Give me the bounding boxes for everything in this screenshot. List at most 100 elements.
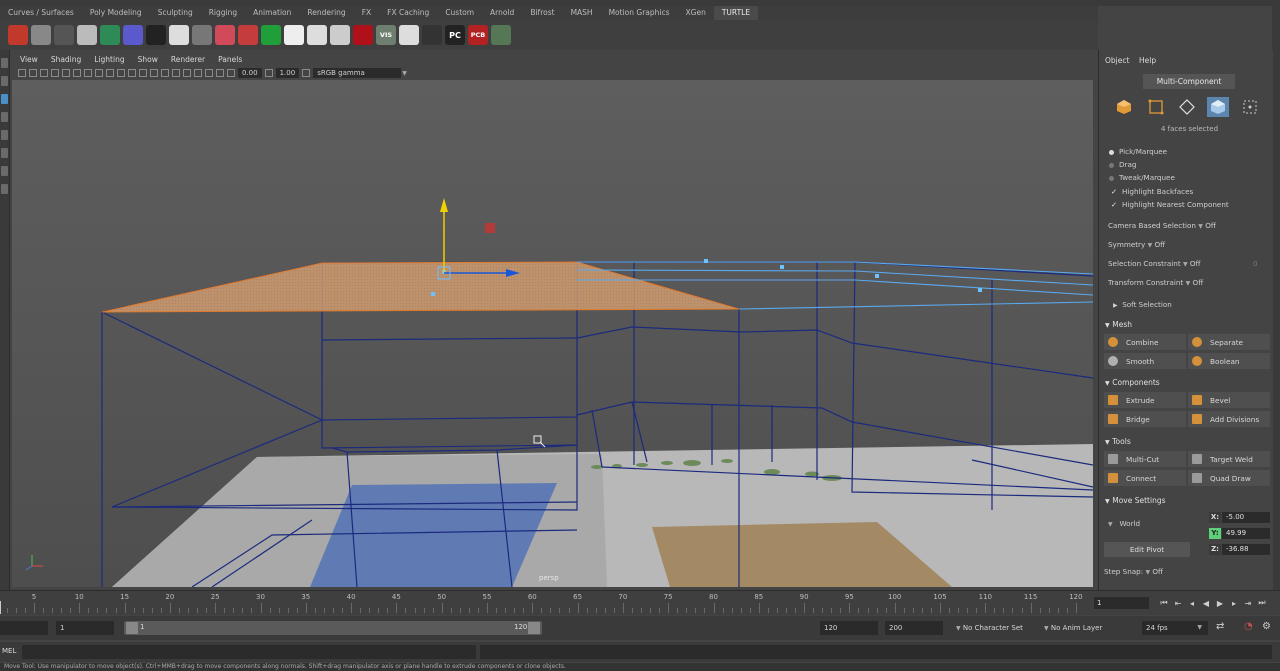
pick-marquee-radio[interactable]: Pick/Marquee <box>1109 147 1167 156</box>
scene-start-field[interactable] <box>0 621 48 635</box>
anim-layer-dropdown[interactable]: ▼ No Anim Layer <box>1040 621 1130 635</box>
viewport-menu-lighting[interactable]: Lighting <box>86 55 129 64</box>
shelf-tab-animation[interactable]: Animation <box>245 6 299 20</box>
render-red2-icon[interactable] <box>238 25 258 45</box>
shelf-tab-fx-caching[interactable]: FX Caching <box>379 6 437 20</box>
character-set-dropdown[interactable]: ▼ No Character Set <box>952 621 1036 635</box>
extrude-button[interactable]: Extrude <box>1104 392 1186 408</box>
current-time-marker[interactable] <box>0 601 1 614</box>
lips-icon[interactable] <box>330 25 350 45</box>
tools-section-header[interactable]: ▼ Tools <box>1105 437 1131 446</box>
move-tool-icon[interactable] <box>1 94 8 104</box>
mel-input[interactable] <box>22 645 476 659</box>
z-field[interactable]: -36.88 <box>1222 544 1270 555</box>
camera-select-icon[interactable] <box>18 69 26 77</box>
shelf-tab-bifrost[interactable]: Bifrost <box>522 6 562 20</box>
shelf-tab-mash[interactable]: MASH <box>563 6 601 20</box>
loop-icon[interactable]: ⇄ <box>1216 621 1224 632</box>
edge-mode-icon[interactable] <box>1176 97 1198 117</box>
x-field[interactable]: -5.00 <box>1222 512 1270 523</box>
current-frame-field[interactable]: 1 <box>1094 597 1149 609</box>
drag-radio[interactable]: Drag <box>1109 160 1136 169</box>
step-back-frame-icon[interactable]: ◂ <box>1185 599 1199 608</box>
target-weld-button[interactable]: Target Weld <box>1188 451 1270 467</box>
step-forward-key-icon[interactable]: ⇥ <box>1241 599 1255 608</box>
checker-icon[interactable] <box>123 25 143 45</box>
vertex-mode-icon[interactable] <box>1145 97 1167 117</box>
particles-icon[interactable] <box>146 25 166 45</box>
selection-constraint-dropdown[interactable]: Selection Constraint ▼ Off <box>1108 259 1201 268</box>
color-management-icon[interactable] <box>302 69 311 77</box>
safe-action-icon[interactable] <box>117 69 125 77</box>
gamma-field[interactable]: 1.00 <box>275 68 300 78</box>
viewport-menu-renderer[interactable]: Renderer <box>163 55 210 64</box>
boolean-button[interactable]: Boolean <box>1188 353 1270 369</box>
layout-single-icon[interactable] <box>1 166 8 176</box>
wireframe-on-shaded-icon[interactable] <box>150 69 158 77</box>
separate-button[interactable]: Separate <box>1188 334 1270 350</box>
highlight-backfaces-checkbox[interactable]: ✓ Highlight Backfaces <box>1111 187 1193 196</box>
panel-menu-help[interactable]: Help <box>1139 56 1156 65</box>
components-section-header[interactable]: ▼ Components <box>1105 378 1160 387</box>
sphere-dark-icon[interactable] <box>54 25 74 45</box>
viewport-menu-view[interactable]: View <box>12 55 43 64</box>
green-ball-icon[interactable] <box>261 25 281 45</box>
scale-tool-icon[interactable] <box>1 130 8 140</box>
bevel-button[interactable]: Bevel <box>1188 392 1270 408</box>
isolate-select-icon[interactable] <box>194 69 202 77</box>
y-field[interactable]: 49.99 <box>1222 528 1270 539</box>
sphere-light-icon[interactable] <box>77 25 97 45</box>
quad-draw-button[interactable]: Quad Draw <box>1188 470 1270 486</box>
auto-key-icon[interactable]: ◔ <box>1244 621 1253 632</box>
shelf-tab-xgen[interactable]: XGen <box>678 6 714 20</box>
smooth-button[interactable]: Smooth <box>1104 353 1186 369</box>
range-slider-start-handle[interactable] <box>126 622 138 634</box>
go-to-end-icon[interactable]: ⏭ <box>1255 598 1269 608</box>
step-snap-dropdown[interactable]: Step Snap: ▼ Off <box>1104 567 1163 576</box>
shelf-tab-rendering[interactable]: Rendering <box>299 6 353 20</box>
lasso-tool-icon[interactable] <box>1 76 8 86</box>
viewport-persp[interactable] <box>12 80 1093 587</box>
shelf-tab-arnold[interactable]: Arnold <box>482 6 522 20</box>
bookmark-icon[interactable] <box>40 69 48 77</box>
no-render-icon[interactable] <box>399 25 419 45</box>
range-slider-end-handle[interactable] <box>528 622 540 634</box>
pc-icon[interactable]: PC <box>445 25 465 45</box>
viewport-menu-show[interactable]: Show <box>130 55 163 64</box>
connect-button[interactable]: Connect <box>1104 470 1186 486</box>
move-settings-section-header[interactable]: ▼ Move Settings <box>1105 496 1166 505</box>
range-slider[interactable]: 1 120 <box>124 621 542 635</box>
green-cube-icon[interactable] <box>100 25 120 45</box>
shelf-tab-sculpting[interactable]: Sculpting <box>150 6 201 20</box>
object-mode-icon[interactable] <box>1113 97 1135 117</box>
viewport-menu-panels[interactable]: Panels <box>210 55 247 64</box>
viewport-menu-shading[interactable]: Shading <box>43 55 86 64</box>
half-sphere-icon[interactable] <box>307 25 327 45</box>
step-forward-frame-icon[interactable]: ▸ <box>1227 599 1241 608</box>
clouds-icon[interactable] <box>284 25 304 45</box>
film-gate-icon[interactable] <box>73 69 81 77</box>
select-tool-icon[interactable] <box>1 58 8 68</box>
range-end-field[interactable]: 120 <box>820 621 878 635</box>
multi-component-button[interactable]: Multi-Component <box>1143 74 1235 89</box>
exposure-field[interactable]: 0.00 <box>238 68 262 78</box>
shelf-tab-turtle[interactable]: TURTLE <box>713 6 759 20</box>
combine-button[interactable]: Combine <box>1104 334 1186 350</box>
playback-prefs-icon[interactable]: ⚙ <box>1262 621 1271 632</box>
face-mode-icon[interactable] <box>1207 97 1229 117</box>
soft-selection-toggle[interactable]: ▶ Soft Selection <box>1113 300 1172 309</box>
highlight-nearest-checkbox[interactable]: ✓ Highlight Nearest Component <box>1111 200 1229 209</box>
mel-label[interactable]: MEL <box>2 647 16 655</box>
rotate-tool-icon[interactable] <box>1 112 8 122</box>
scene-end-field[interactable]: 200 <box>885 621 943 635</box>
time-slider[interactable]: 5 10 15 20 25 30 35 40 45 50 55 60 65 70 75 80 85 90 95 100… <box>0 590 1098 615</box>
material-ball-icon[interactable] <box>31 25 51 45</box>
add-divisions-button[interactable]: Add Divisions <box>1188 411 1270 427</box>
range-start-field[interactable]: 1 <box>56 621 114 635</box>
play-backward-icon[interactable]: ◀ <box>1199 599 1213 608</box>
edit-pivot-button[interactable]: Edit Pivot <box>1104 542 1190 557</box>
move-space-dropdown[interactable]: ▼ World <box>1108 519 1140 528</box>
xray-icon[interactable] <box>205 69 213 77</box>
panel-menu-object[interactable]: Object <box>1105 56 1129 65</box>
render-red-icon[interactable] <box>215 25 235 45</box>
